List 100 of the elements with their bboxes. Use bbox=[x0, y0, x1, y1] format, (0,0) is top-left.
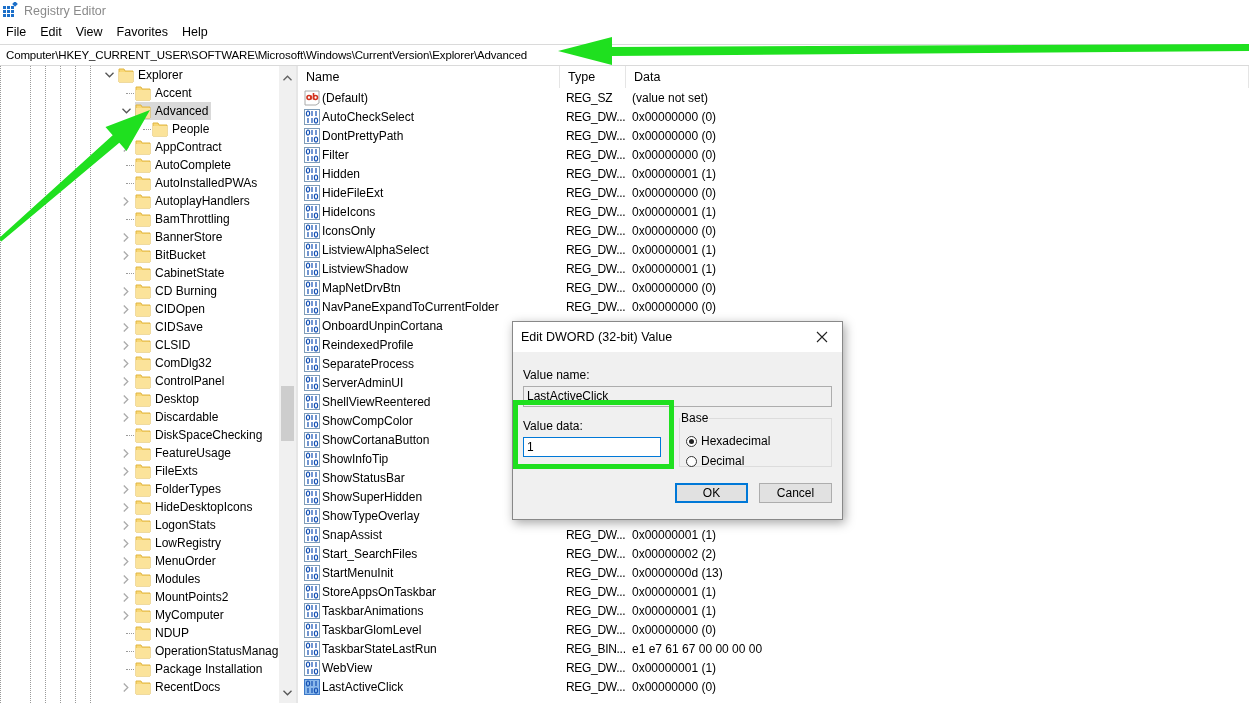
collapse-chevron-icon[interactable] bbox=[121, 108, 131, 114]
menu-item[interactable]: View bbox=[75, 25, 103, 39]
tree-item[interactable]: RecentDocs bbox=[151, 678, 224, 696]
address-bar[interactable]: Computer\HKEY_CURRENT_USER\SOFTWARE\Microsoft\Windows\CurrentVersion\Explorer\Advanced bbox=[6, 49, 527, 61]
tree-item[interactable]: AutoplayHandlers bbox=[151, 192, 253, 210]
scroll-down-icon[interactable] bbox=[283, 690, 292, 696]
column-header[interactable]: Data bbox=[626, 66, 1249, 88]
tree-item[interactable]: FolderTypes bbox=[151, 480, 225, 498]
tree-item[interactable]: CD Burning bbox=[151, 282, 221, 300]
expand-chevron-icon[interactable] bbox=[123, 394, 129, 404]
value-name[interactable]: ListviewAlphaSelect bbox=[322, 242, 429, 257]
tree-item[interactable]: MountPoints2 bbox=[151, 588, 232, 606]
tree-item[interactable]: BamThrottling bbox=[151, 210, 233, 228]
value-name[interactable]: (Default) bbox=[322, 90, 368, 105]
expand-chevron-icon[interactable] bbox=[123, 466, 129, 476]
tree-item[interactable]: DiskSpaceChecking bbox=[151, 426, 266, 444]
tree-item[interactable]: Modules bbox=[151, 570, 204, 588]
expand-chevron-icon[interactable] bbox=[123, 250, 129, 260]
dialog-button[interactable]: Cancel bbox=[759, 483, 832, 503]
tree-item[interactable]: FeatureUsage bbox=[151, 444, 235, 462]
radio-button[interactable] bbox=[686, 435, 697, 447]
value-name[interactable]: StartMenuInit bbox=[322, 565, 394, 580]
tree-item[interactable]: AutoInstalledPWAs bbox=[151, 174, 261, 192]
tree-item[interactable]: ControlPanel bbox=[151, 372, 228, 390]
tree-item[interactable]: CIDSave bbox=[151, 318, 207, 336]
column-header[interactable]: Type bbox=[560, 66, 626, 88]
radio-option[interactable]: Decimal bbox=[686, 451, 745, 471]
expand-chevron-icon[interactable] bbox=[123, 538, 129, 548]
tree-item[interactable]: Advanced bbox=[151, 102, 212, 120]
value-name[interactable]: ServerAdminUI bbox=[322, 375, 404, 390]
dialog-button[interactable]: OK bbox=[675, 483, 748, 503]
value-name[interactable]: NavPaneExpandToCurrentFolder bbox=[322, 299, 499, 314]
value-name[interactable]: AutoCheckSelect bbox=[322, 109, 415, 124]
tree-item[interactable]: Accent bbox=[151, 84, 195, 102]
expand-chevron-icon[interactable] bbox=[123, 610, 129, 620]
expand-chevron-icon[interactable] bbox=[123, 196, 129, 206]
expand-chevron-icon[interactable] bbox=[123, 322, 129, 332]
tree-item[interactable]: OperationStatusManag bbox=[151, 642, 282, 660]
expand-chevron-icon[interactable] bbox=[123, 358, 129, 368]
scroll-up-icon[interactable] bbox=[283, 75, 292, 81]
value-name[interactable]: TaskbarAnimations bbox=[322, 603, 424, 618]
value-name[interactable]: DontPrettyPath bbox=[322, 128, 404, 143]
expand-chevron-icon[interactable] bbox=[123, 376, 129, 386]
expand-chevron-icon[interactable] bbox=[123, 592, 129, 602]
tree-item[interactable]: Explorer bbox=[134, 66, 186, 84]
value-name[interactable]: ShowStatusBar bbox=[322, 470, 405, 485]
tree-item[interactable]: Discardable bbox=[151, 408, 222, 426]
tree-item[interactable]: BannerStore bbox=[151, 228, 226, 246]
tree-item[interactable]: LogonStats bbox=[151, 516, 219, 534]
menu-item[interactable]: Edit bbox=[40, 25, 62, 39]
value-name[interactable]: SnapAssist bbox=[322, 527, 383, 542]
tree-item[interactable]: Package Installation bbox=[151, 660, 266, 678]
tree-item[interactable]: AutoComplete bbox=[151, 156, 235, 174]
expand-chevron-icon[interactable] bbox=[123, 502, 129, 512]
menu-item[interactable]: Favorites bbox=[116, 25, 168, 39]
value-data-field[interactable]: 1 bbox=[523, 437, 661, 457]
tree-item[interactable]: People bbox=[168, 120, 213, 138]
expand-chevron-icon[interactable] bbox=[123, 340, 129, 350]
tree-item[interactable]: AppContract bbox=[151, 138, 225, 156]
collapse-chevron-icon[interactable] bbox=[104, 72, 114, 78]
expand-chevron-icon[interactable] bbox=[123, 484, 129, 494]
value-name[interactable]: ShowCompColor bbox=[322, 413, 413, 428]
value-name[interactable]: ReindexedProfile bbox=[322, 337, 414, 352]
tree-item[interactable]: HideDesktopIcons bbox=[151, 498, 256, 516]
value-name[interactable]: ShowCortanaButton bbox=[322, 432, 430, 447]
value-name[interactable]: TaskbarStateLastRun bbox=[322, 641, 437, 656]
tree-item[interactable]: NDUP bbox=[151, 624, 192, 642]
tree-item[interactable]: CabinetState bbox=[151, 264, 228, 282]
scroll-thumb[interactable] bbox=[281, 386, 294, 441]
expand-chevron-icon[interactable] bbox=[123, 412, 129, 422]
expand-chevron-icon[interactable] bbox=[123, 448, 129, 458]
value-name[interactable]: LastActiveClick bbox=[322, 679, 404, 694]
radio-button[interactable] bbox=[686, 455, 697, 467]
tree-item[interactable]: BitBucket bbox=[151, 246, 209, 264]
tree-item[interactable]: LowRegistry bbox=[151, 534, 225, 552]
scrollbar[interactable] bbox=[279, 66, 296, 703]
value-name[interactable]: Filter bbox=[322, 147, 349, 162]
value-name[interactable]: ShowSuperHidden bbox=[322, 489, 423, 504]
menu-item[interactable]: Help bbox=[182, 25, 208, 39]
value-name[interactable]: Hidden bbox=[322, 166, 361, 181]
tree-item[interactable]: Desktop bbox=[151, 390, 203, 408]
menu-item[interactable]: File bbox=[6, 25, 27, 39]
expand-chevron-icon[interactable] bbox=[123, 286, 129, 296]
expand-chevron-icon[interactable] bbox=[123, 682, 129, 692]
value-name[interactable]: IconsOnly bbox=[322, 223, 376, 238]
value-name[interactable]: SeparateProcess bbox=[322, 356, 415, 371]
tree-item[interactable]: ComDlg32 bbox=[151, 354, 215, 372]
radio-option[interactable]: Hexadecimal bbox=[686, 431, 771, 451]
value-name[interactable]: HideFileExt bbox=[322, 185, 384, 200]
value-name[interactable]: ListviewShadow bbox=[322, 261, 409, 276]
value-name[interactable]: StoreAppsOnTaskbar bbox=[322, 584, 437, 599]
value-name[interactable]: MapNetDrvBtn bbox=[322, 280, 401, 295]
expand-chevron-icon[interactable] bbox=[123, 232, 129, 242]
value-name[interactable]: ShowInfoTip bbox=[322, 451, 389, 466]
tree-item[interactable]: MenuOrder bbox=[151, 552, 219, 570]
tree-item[interactable]: CLSID bbox=[151, 336, 194, 354]
close-icon[interactable] bbox=[816, 331, 828, 343]
value-name[interactable]: HideIcons bbox=[322, 204, 376, 219]
expand-chevron-icon[interactable] bbox=[123, 556, 129, 566]
value-name[interactable]: ShellViewReentered bbox=[322, 394, 431, 409]
